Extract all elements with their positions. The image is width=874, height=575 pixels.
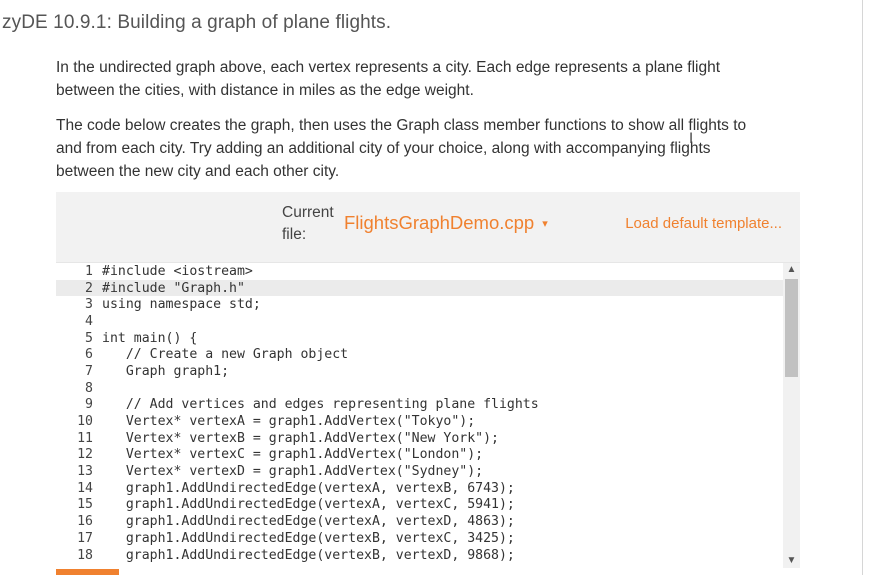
code-text: Vertex* vertexC = graph1.AddVertex("Lond… — [102, 447, 484, 463]
code-line[interactable]: 8 — [56, 380, 800, 397]
editor-toolbar: Current file: FlightsGraphDemo.cpp ▾ Loa… — [56, 192, 800, 262]
line-number: 2 — [85, 280, 93, 296]
paragraph-line: and from each city. Try adding an additi… — [56, 140, 711, 157]
code-lines: 1 #include <iostream> 2 #include "Graph.h" 3… — [56, 263, 800, 563]
line-number: 5 — [85, 330, 93, 346]
paragraph-line: between the new city and each other city… — [56, 163, 340, 180]
code-editor[interactable]: 1 #include <iostream> 2 #include "Graph.h" 3… — [56, 262, 800, 568]
code-text: Vertex* vertexA = graph1.AddVertex("Toky… — [102, 414, 476, 430]
line-number: 1 — [85, 263, 93, 279]
code-line[interactable]: 14 graph1.AddUndirectedEdge(vertexA, ver… — [56, 480, 800, 497]
line-number: 3 — [85, 297, 93, 313]
scrollbar-thumb[interactable] — [785, 279, 798, 377]
line-number: 13 — [77, 464, 93, 480]
code-text: using namespace std; — [102, 297, 261, 313]
instructions-paragraph-2: The code below creates the graph, then u… — [56, 114, 786, 183]
code-line[interactable]: 10 Vertex* vertexA = graph1.AddVertex("T… — [56, 413, 800, 430]
line-number: 11 — [77, 430, 93, 446]
paragraph-line: In the undirected graph above, each vert… — [56, 59, 721, 76]
line-number: 4 — [85, 313, 93, 329]
code-text: Vertex* vertexD = graph1.AddVertex("Sydn… — [102, 464, 484, 480]
chevron-down-icon: ▾ — [542, 217, 548, 230]
line-number: 8 — [85, 380, 93, 396]
instructions-paragraph-1: In the undirected graph above, each vert… — [56, 56, 786, 102]
editor-scrollbar[interactable]: ▲ ▼ — [783, 263, 800, 568]
line-number: 18 — [77, 547, 93, 563]
code-line[interactable]: 5 int main() { — [56, 330, 800, 347]
code-line[interactable]: 2 #include "Graph.h" — [56, 279, 800, 297]
line-number: 17 — [77, 530, 93, 546]
code-text: // Create a new Graph object — [102, 347, 349, 363]
code-line[interactable]: 3 using namespace std; — [56, 296, 800, 313]
code-text: Vertex* vertexB = graph1.AddVertex("New … — [102, 430, 499, 446]
line-number: 10 — [77, 414, 93, 430]
line-number: 6 — [85, 347, 93, 363]
line-number: 9 — [85, 397, 93, 413]
text-cursor-icon: I — [689, 131, 694, 147]
code-text: graph1.AddUndirectedEdge(vertexA, vertex… — [102, 514, 515, 530]
page-right-border — [862, 0, 863, 575]
load-default-template-link[interactable]: Load default template... — [625, 215, 782, 232]
line-number: 12 — [77, 447, 93, 463]
code-line[interactable]: 4 — [56, 313, 800, 330]
page-title: zyDE 10.9.1: Building a graph of plane f… — [2, 12, 392, 33]
code-line[interactable]: 11 Vertex* vertexB = graph1.AddVertex("N… — [56, 430, 800, 447]
scroll-down-arrow-icon[interactable]: ▼ — [783, 554, 800, 568]
code-text: #include "Graph.h" — [102, 280, 245, 296]
code-line[interactable]: 9 // Add vertices and edges representing… — [56, 397, 800, 414]
code-text: graph1.AddUndirectedEdge(vertexA, vertex… — [102, 497, 515, 513]
line-number: 15 — [77, 497, 93, 513]
code-line[interactable]: 15 graph1.AddUndirectedEdge(vertexA, ver… — [56, 497, 800, 514]
code-text: #include <iostream> — [102, 263, 253, 279]
current-file-label: Current file: — [282, 202, 334, 246]
line-number: 14 — [77, 480, 93, 496]
code-text: graph1.AddUndirectedEdge(vertexB, vertex… — [102, 530, 515, 546]
file-name-label: FlightsGraphDemo.cpp — [344, 212, 535, 233]
current-label-line: file: — [282, 226, 307, 243]
code-text: // Add vertices and edges representing p… — [102, 397, 539, 413]
current-label-line: Current — [282, 204, 334, 221]
run-button-edge[interactable] — [56, 569, 119, 575]
code-text: Graph graph1; — [102, 363, 230, 379]
code-line[interactable]: 13 Vertex* vertexD = graph1.AddVertex("S… — [56, 463, 800, 480]
file-select-dropdown[interactable]: FlightsGraphDemo.cpp ▾ — [344, 212, 548, 234]
code-line[interactable]: 16 graph1.AddUndirectedEdge(vertexA, ver… — [56, 513, 800, 530]
code-line[interactable]: 7 Graph graph1; — [56, 363, 800, 380]
code-line[interactable]: 17 graph1.AddUndirectedEdge(vertexB, ver… — [56, 530, 800, 547]
code-line[interactable]: 18 graph1.AddUndirectedEdge(vertexB, ver… — [56, 547, 800, 564]
code-line[interactable]: 12 Vertex* vertexC = graph1.AddVertex("L… — [56, 447, 800, 464]
code-line[interactable]: 6 // Create a new Graph object — [56, 346, 800, 363]
code-text: int main() { — [102, 330, 198, 346]
paragraph-line: The code below creates the graph, then u… — [56, 117, 747, 134]
scroll-up-arrow-icon[interactable]: ▲ — [783, 263, 800, 277]
code-text: graph1.AddUndirectedEdge(vertexA, vertex… — [102, 480, 515, 496]
line-number: 7 — [85, 363, 93, 379]
paragraph-line: between the cities, with distance in mil… — [56, 82, 474, 99]
code-text: graph1.AddUndirectedEdge(vertexB, vertex… — [102, 547, 515, 563]
line-number: 16 — [77, 514, 93, 530]
code-line[interactable]: 1 #include <iostream> — [56, 263, 800, 280]
